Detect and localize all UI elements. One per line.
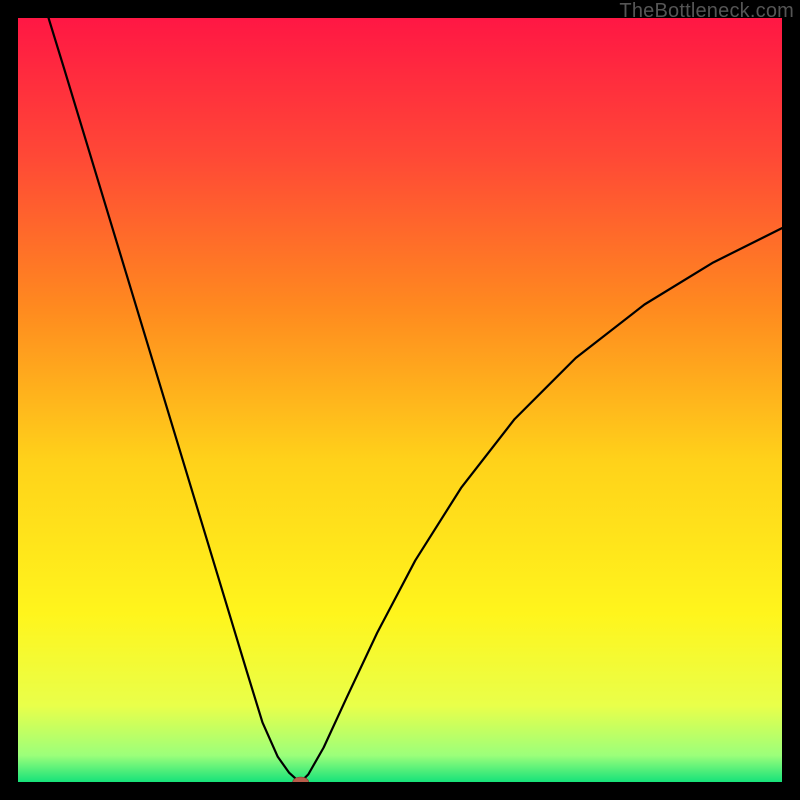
chart-frame: [18, 18, 782, 782]
watermark: TheBottleneck.com: [619, 0, 794, 23]
gradient-rect: [18, 18, 782, 782]
chart-plot: [18, 18, 782, 782]
